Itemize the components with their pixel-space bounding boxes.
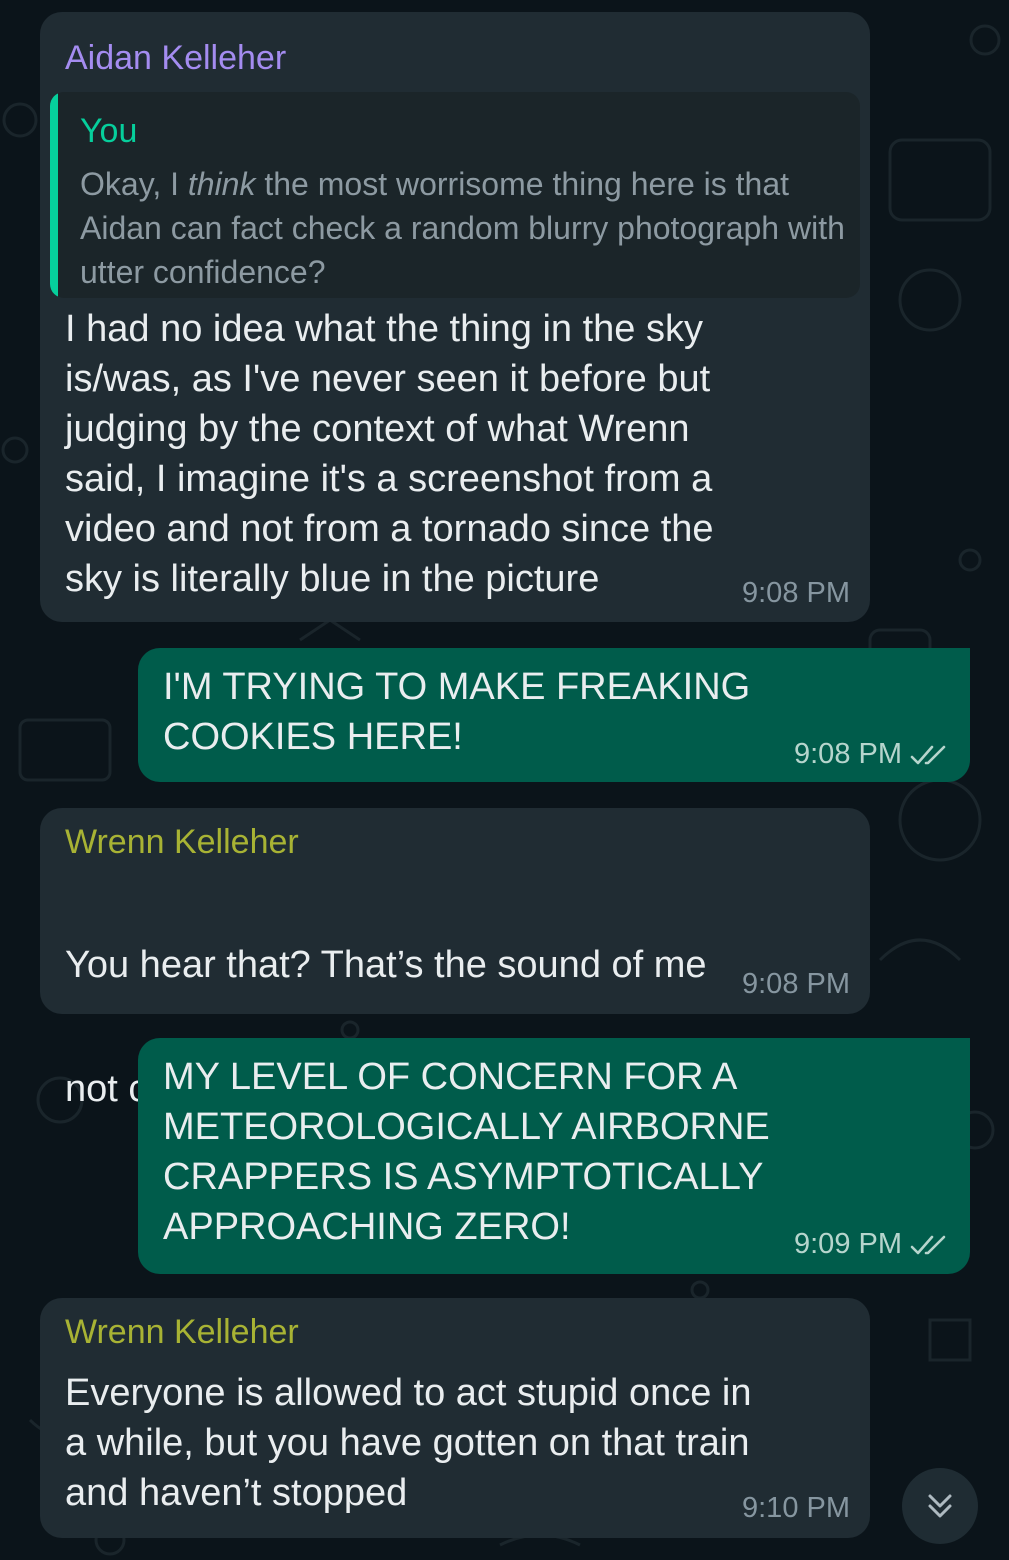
quote-text: Okay, I think the most worrisome thing h… (80, 166, 845, 290)
message-text: MY LEVEL OF CONCERN FOR A METEOROLOGICAL… (163, 1056, 770, 1248)
message-bubble-incoming[interactable]: Aidan Kelleher You Okay, I think the mos… (40, 12, 870, 622)
message-meta: 9:09 PM (794, 1228, 950, 1261)
message-time: 9:08 PM (794, 738, 902, 770)
message-text: I'M TRYING TO MAKE FREAKING COOKIES HERE… (163, 666, 751, 758)
message-bubble-incoming[interactable]: Wrenn Kelleher Everyone is allowed to ac… (40, 1298, 870, 1538)
message-meta: 9:10 PM (742, 1492, 850, 1525)
message-text: I had no idea what the thing in the sky … (65, 308, 714, 600)
message-time: 9:08 PM (742, 577, 850, 609)
sender-name[interactable]: Aidan Kelleher (65, 38, 286, 78)
message-text-line: You hear that? That’s the sound of me (65, 944, 707, 986)
message-meta: 9:08 PM (742, 577, 850, 610)
message-text: Everyone is allowed to act stupid once i… (65, 1372, 752, 1514)
message-time: 9:09 PM (794, 1228, 902, 1260)
message-bubble-incoming[interactable]: Wrenn Kelleher You hear that? That’s the… (40, 808, 870, 1117)
message-time: 9:08 PM (742, 968, 850, 1000)
quoted-message[interactable]: You Okay, I think the most worrisome thi… (50, 92, 860, 298)
message-time: 9:10 PM (742, 1492, 850, 1524)
double-check-read-icon (910, 1235, 946, 1254)
message-meta: 9:08 PM (742, 968, 850, 1001)
sender-name[interactable]: Wrenn Kelleher (65, 1312, 299, 1352)
double-chevron-down-icon (928, 1494, 952, 1518)
message-bubble-outgoing[interactable]: MY LEVEL OF CONCERN FOR A METEOROLOGICAL… (138, 1038, 970, 1274)
message-bubble-outgoing[interactable]: I'M TRYING TO MAKE FREAKING COOKIES HERE… (138, 648, 970, 782)
quote-author: You (80, 112, 138, 150)
message-meta: 9:08 PM (794, 738, 950, 771)
scroll-to-bottom-button[interactable] (902, 1468, 978, 1544)
double-check-read-icon (910, 745, 946, 764)
chat-area[interactable]: Aidan Kelleher You Okay, I think the mos… (0, 0, 1009, 1560)
quote-accent-bar (50, 92, 58, 298)
sender-name[interactable]: Wrenn Kelleher (65, 822, 299, 862)
